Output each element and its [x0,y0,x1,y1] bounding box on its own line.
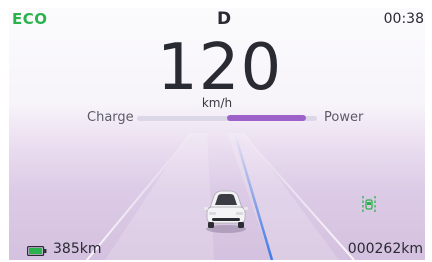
cluster-frame: ECO D 00:38 120 km/h Charge Power 385km … [0,0,432,262]
instrument-cluster-screen: ECO D 00:38 120 km/h Charge Power 385km … [9,8,425,260]
car-icon [204,190,248,233]
charge-label: Charge [87,110,134,125]
odometer-readout: 000262km [347,241,423,257]
speed-readout: 120 [157,31,283,105]
drive-mode-label: ECO [12,10,48,28]
battery-icon [27,246,47,256]
power-meter-fill [227,115,306,121]
clock: 00:38 [383,11,424,27]
gear-indicator: D [216,9,232,29]
lane-assist-icon [362,196,376,214]
range-readout: 385km [53,241,102,257]
speed-unit: km/h [201,96,233,110]
power-label: Power [324,110,364,125]
left-lane-surface [105,133,214,260]
